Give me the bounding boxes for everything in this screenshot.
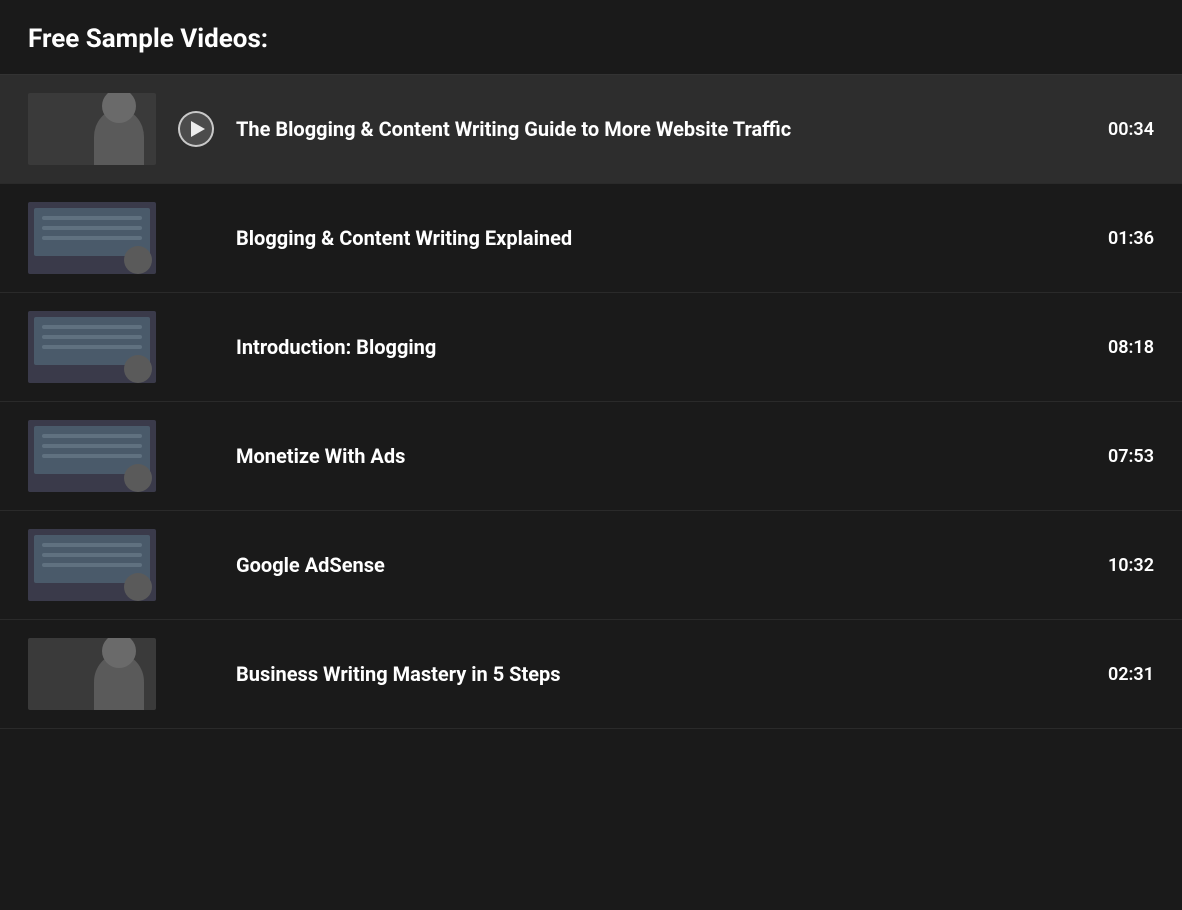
video-title: Google AdSense <box>236 553 385 577</box>
video-item[interactable]: Blogging & Content Writing Explained 01:3… <box>0 184 1182 293</box>
video-duration: 10:32 <box>1094 555 1154 576</box>
video-item[interactable]: Introduction: Blogging 08:18 <box>0 293 1182 402</box>
video-title: Monetize With Ads <box>236 444 405 468</box>
video-title: Introduction: Blogging <box>236 335 436 359</box>
video-duration: 07:53 <box>1094 446 1154 467</box>
page-header: Free Sample Videos: <box>0 0 1182 75</box>
video-thumbnail <box>28 311 156 383</box>
play-icon <box>191 121 205 137</box>
video-thumbnail <box>28 529 156 601</box>
video-duration: 01:36 <box>1094 228 1154 249</box>
video-item[interactable]: Monetize With Ads 07:53 <box>0 402 1182 511</box>
video-thumbnail <box>28 420 156 492</box>
video-info: Business Writing Mastery in 5 Steps <box>236 661 1094 687</box>
video-title: Blogging & Content Writing Explained <box>236 226 572 250</box>
video-thumbnail <box>28 638 156 710</box>
video-list: The Blogging & Content Writing Guide to … <box>0 75 1182 729</box>
video-title: The Blogging & Content Writing Guide to … <box>236 117 791 141</box>
video-thumbnail <box>28 202 156 274</box>
play-button[interactable] <box>172 111 220 147</box>
video-item[interactable]: The Blogging & Content Writing Guide to … <box>0 75 1182 184</box>
video-info: Blogging & Content Writing Explained <box>236 225 1094 251</box>
page-title: Free Sample Videos: <box>28 24 1154 54</box>
video-duration: 08:18 <box>1094 337 1154 358</box>
video-duration: 00:34 <box>1094 119 1154 140</box>
video-item[interactable]: Business Writing Mastery in 5 Steps 02:31 <box>0 620 1182 729</box>
video-info: Monetize With Ads <box>236 443 1094 469</box>
video-info: Google AdSense <box>236 552 1094 578</box>
video-title: Business Writing Mastery in 5 Steps <box>236 662 561 686</box>
video-duration: 02:31 <box>1094 664 1154 685</box>
video-item[interactable]: Google AdSense 10:32 <box>0 511 1182 620</box>
page-container: Free Sample Videos: The Blogging & Conte… <box>0 0 1182 729</box>
video-thumbnail <box>28 93 156 165</box>
video-info: Introduction: Blogging <box>236 334 1094 360</box>
video-info: The Blogging & Content Writing Guide to … <box>236 116 1094 142</box>
